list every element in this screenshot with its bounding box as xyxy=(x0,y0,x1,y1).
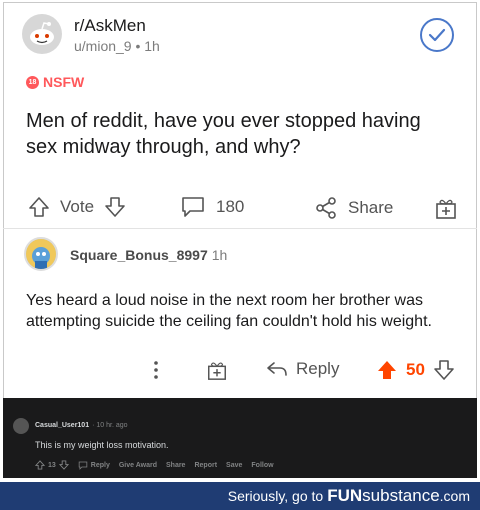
subreddit-name[interactable]: r/AskMen xyxy=(74,16,146,36)
reply-button[interactable]: Reply xyxy=(266,359,339,379)
avatar-icon xyxy=(26,239,56,269)
reply-action-bar: 13 Reply Give Award Share Report Save Fo… xyxy=(35,460,274,470)
post-action-bar: Vote 180 Share xyxy=(22,190,462,226)
footer-prefix: Seriously, go to xyxy=(227,488,324,504)
comment-bubble-icon xyxy=(78,461,88,470)
comment-action-bar: Reply 50 xyxy=(140,356,470,386)
comment-count: 180 xyxy=(216,197,245,216)
reply-label: Reply xyxy=(296,359,340,378)
comment-body: Yes heard a loud noise in the next room … xyxy=(26,292,432,330)
downvote-arrow-icon[interactable] xyxy=(433,359,455,381)
commenter-username[interactable]: Square_Bonus_8997 1h xyxy=(70,247,227,263)
reply-score: 13 xyxy=(48,461,56,469)
reply-body: This is my weight loss motivation. xyxy=(35,440,169,450)
upvote-arrow-active-icon[interactable] xyxy=(376,359,398,381)
reply-username[interactable]: Casual_User101 xyxy=(35,422,89,429)
nsfw-badge-icon: 18 xyxy=(26,75,39,89)
footer-brand-substance[interactable]: substance xyxy=(362,486,440,506)
vote-group: Vote xyxy=(28,196,126,218)
comment-vote-group: 50 xyxy=(376,359,455,381)
more-dots-icon xyxy=(154,361,158,379)
footer-brand-tld[interactable]: .com xyxy=(440,488,470,504)
post-author-meta[interactable]: u/mion_9 • 1h xyxy=(74,38,160,54)
funsubstance-footer: Seriously, go to FUN substance .com xyxy=(0,482,480,510)
gift-award-icon xyxy=(208,362,226,380)
save-link[interactable]: Save xyxy=(226,462,242,469)
follow-link[interactable]: Follow xyxy=(251,462,273,469)
divider xyxy=(3,228,477,229)
snoo-icon xyxy=(30,22,54,45)
give-award-link[interactable]: Give Award xyxy=(119,462,157,469)
share-button[interactable]: Share xyxy=(314,196,393,220)
more-options-button[interactable] xyxy=(152,359,160,381)
join-check-button[interactable] xyxy=(420,18,454,52)
comment-bubble-icon xyxy=(182,197,204,217)
footer-brand-fun[interactable]: FUN xyxy=(327,486,362,506)
reply-vote-group: 13 xyxy=(35,460,69,470)
award-button[interactable] xyxy=(434,196,458,220)
reply-time: · 10 hr. ago xyxy=(92,422,128,429)
share-link[interactable]: Share xyxy=(166,462,185,469)
nsfw-tag: 18 NSFW xyxy=(26,74,84,90)
subreddit-avatar[interactable] xyxy=(22,14,62,54)
gift-award-icon xyxy=(436,199,456,219)
post-header: r/AskMen u/mion_9 • 1h xyxy=(22,10,462,60)
reply-header: Casual_User101 · 10 hr. ago xyxy=(35,422,128,429)
reply-arrow-icon xyxy=(267,362,287,376)
share-icon xyxy=(316,197,336,219)
comments-button[interactable]: 180 xyxy=(180,196,244,218)
post-title[interactable]: Men of reddit, have you ever stopped hav… xyxy=(26,108,456,160)
downvote-arrow-icon[interactable] xyxy=(58,460,69,470)
reply-action-reply: Reply xyxy=(90,461,110,469)
report-link[interactable]: Report xyxy=(194,462,217,469)
reply-reply-button[interactable]: Reply xyxy=(78,461,110,470)
vote-label: Vote xyxy=(60,197,95,216)
downvote-arrow-icon[interactable] xyxy=(104,196,126,218)
check-icon xyxy=(428,28,446,42)
comment-score: 50 xyxy=(406,360,425,379)
comment-time: 1h xyxy=(211,247,228,263)
upvote-arrow-icon[interactable] xyxy=(28,196,50,218)
comment-award-button[interactable] xyxy=(206,359,228,381)
commenter-avatar[interactable] xyxy=(24,237,58,271)
comment-username-text[interactable]: Square_Bonus_8997 xyxy=(70,247,208,263)
reply-avatar[interactable] xyxy=(13,418,29,434)
share-label: Share xyxy=(348,198,394,217)
dark-reply-panel: Casual_User101 · 10 hr. ago This is my we… xyxy=(3,398,477,478)
upvote-arrow-icon[interactable] xyxy=(35,460,45,470)
nsfw-label: NSFW xyxy=(43,74,85,90)
